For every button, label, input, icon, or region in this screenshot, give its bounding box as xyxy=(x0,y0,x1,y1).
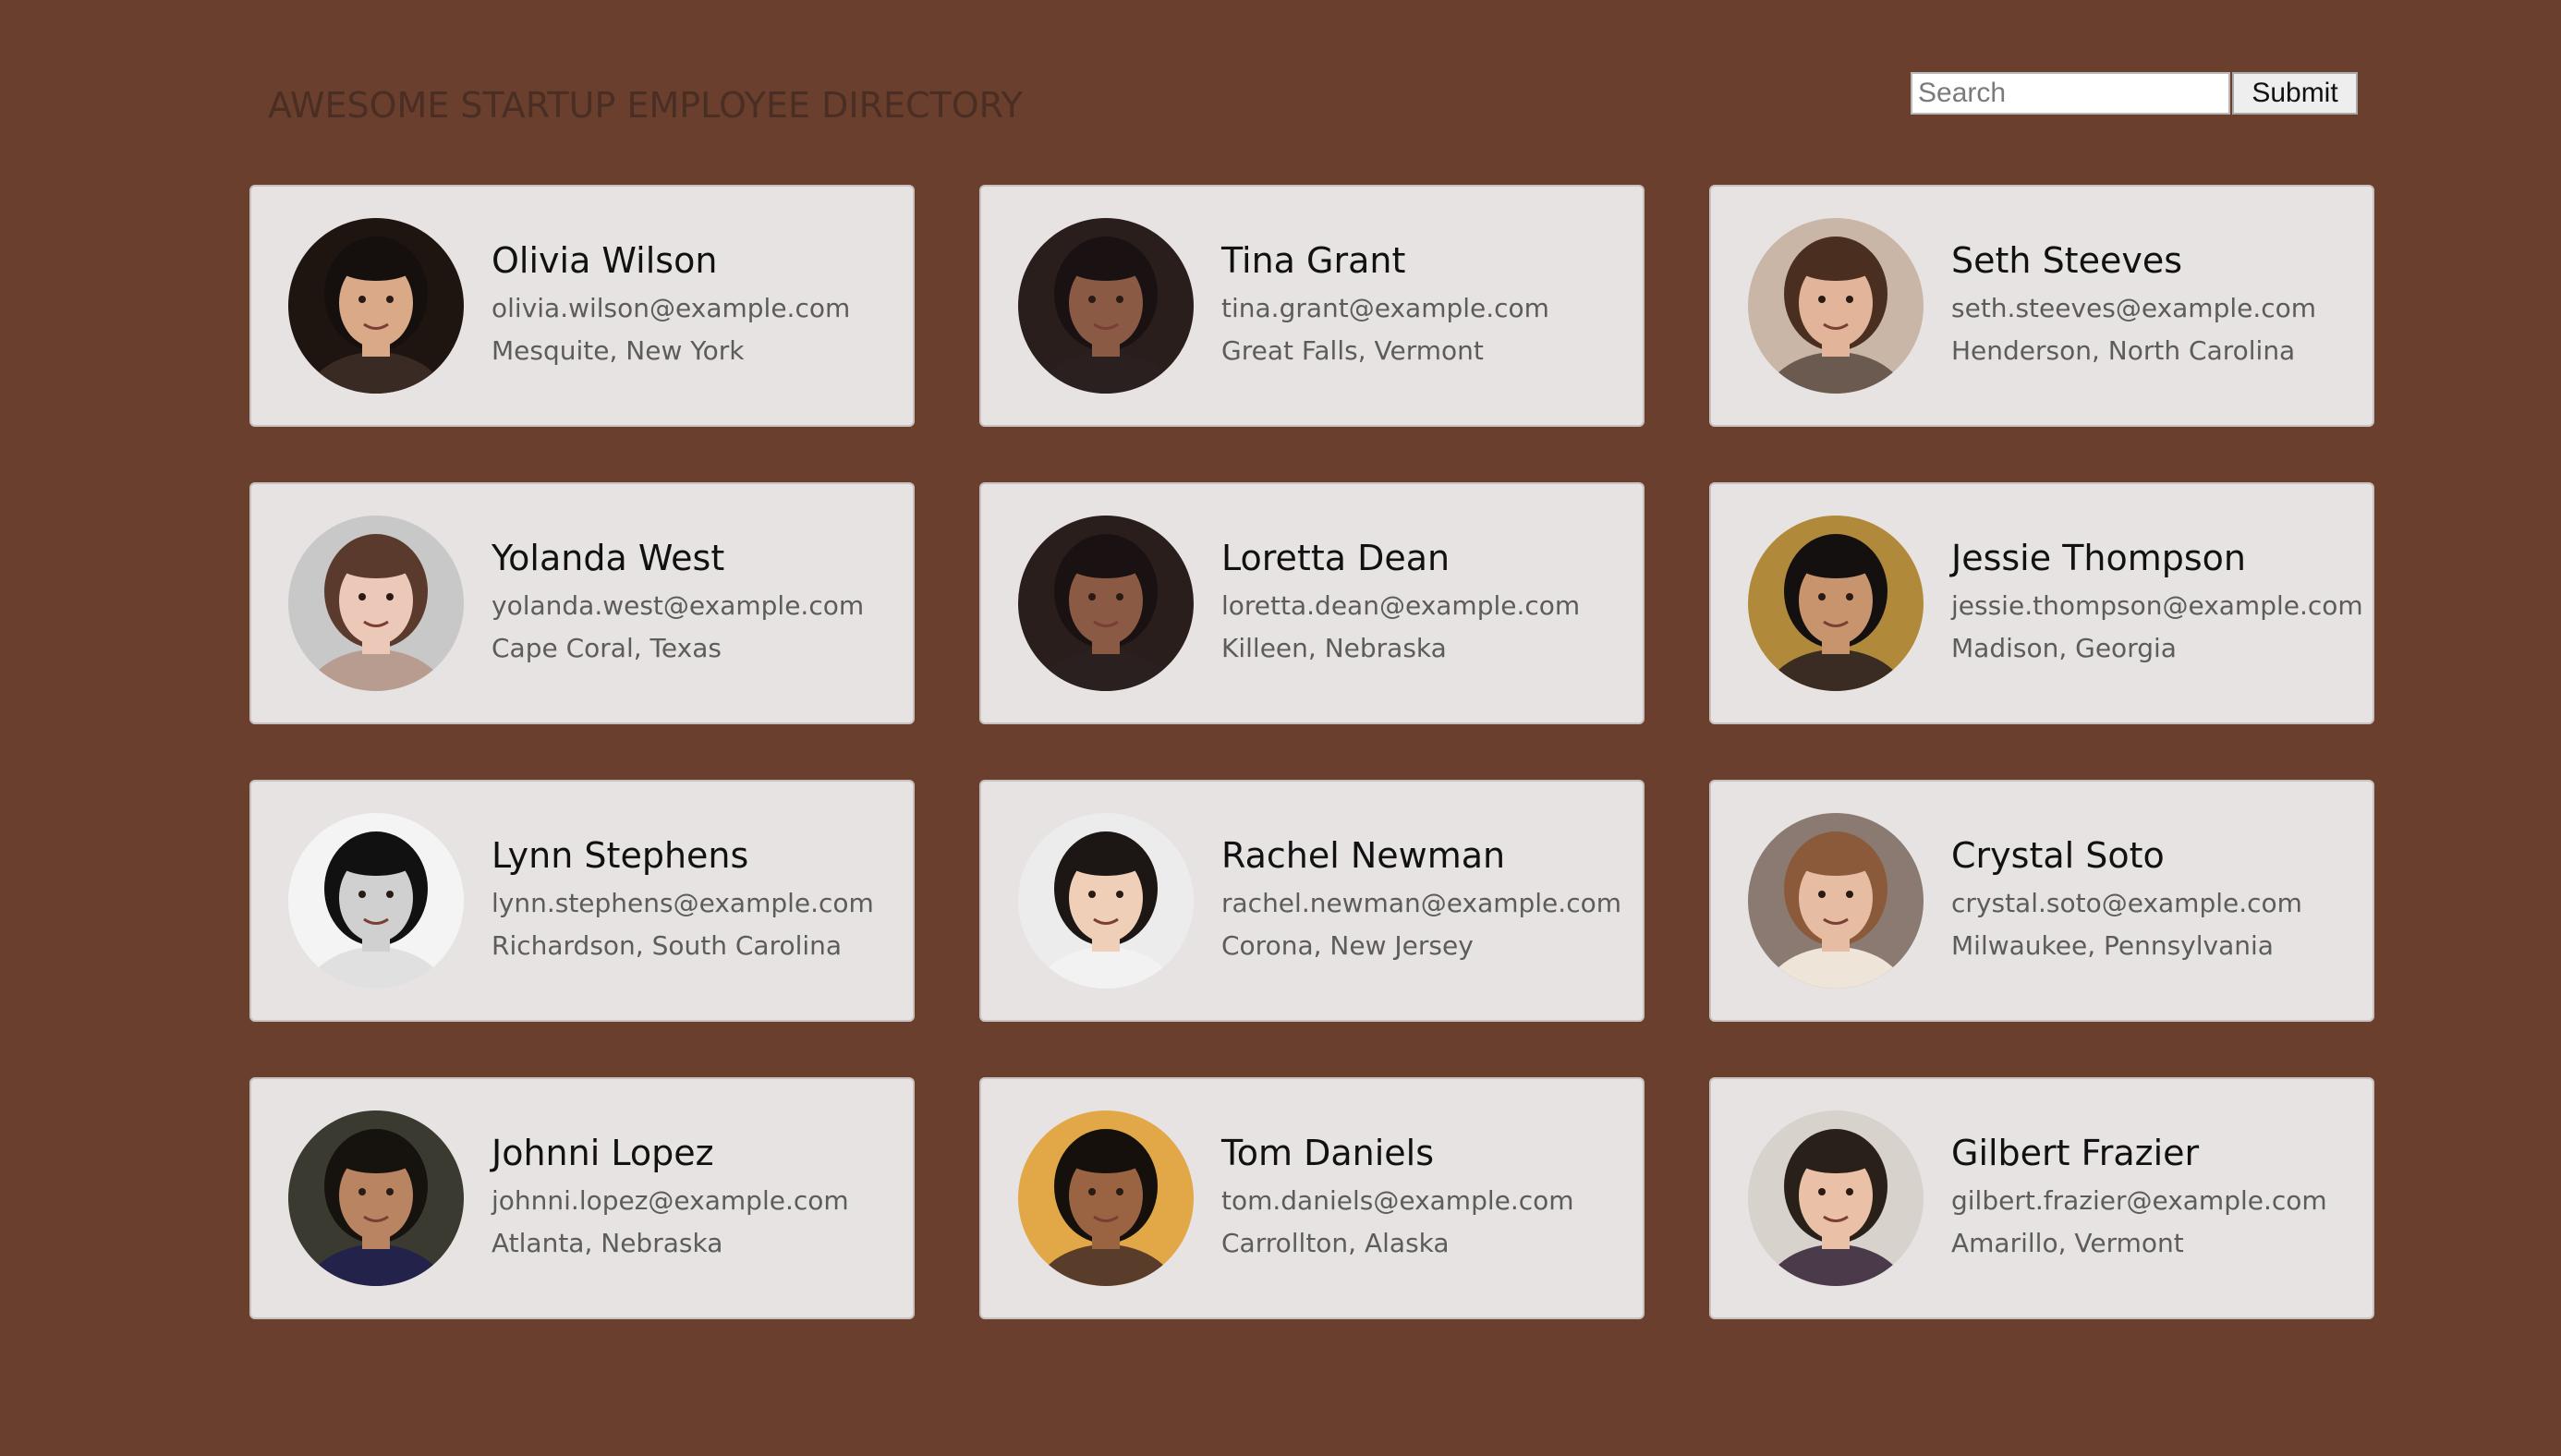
employee-location: Amarillo, Vermont xyxy=(1951,1228,2184,1258)
employee-name: Johnni Lopez xyxy=(492,1133,714,1173)
avatar-image xyxy=(1748,218,1924,394)
employee-card[interactable]: Gilbert Frazier gilbert.frazier@example.… xyxy=(1709,1077,2374,1319)
employee-avatar xyxy=(1018,516,1194,691)
employee-info: Yolanda West yolanda.west@example.com Ca… xyxy=(492,537,864,670)
avatar-image xyxy=(1018,813,1194,989)
employee-location: Richardson, South Carolina xyxy=(492,930,843,961)
employee-name: Olivia Wilson xyxy=(492,240,718,281)
employee-location: Cape Coral, Texas xyxy=(492,633,722,663)
employee-avatar xyxy=(288,1110,464,1286)
employee-avatar xyxy=(1018,813,1194,989)
employee-gallery: Olivia Wilson olivia.wilson@example.com … xyxy=(249,185,2374,1319)
employee-name: Crystal Soto xyxy=(1951,835,2165,876)
avatar-image xyxy=(288,516,464,691)
employee-info: Tom Daniels tom.daniels@example.com Carr… xyxy=(1221,1132,1574,1265)
employee-location: Carrollton, Alaska xyxy=(1221,1228,1450,1258)
employee-avatar xyxy=(288,813,464,989)
avatar-image xyxy=(1018,1110,1194,1286)
employee-name: Tom Daniels xyxy=(1221,1133,1435,1173)
employee-avatar xyxy=(1748,813,1924,989)
employee-card[interactable]: Johnni Lopez johnni.lopez@example.com At… xyxy=(249,1077,915,1319)
employee-email: jessie.thompson@example.com xyxy=(1951,590,2363,621)
employee-card[interactable]: Jessie Thompson jessie.thompson@example.… xyxy=(1709,482,2374,724)
employee-location: Atlanta, Nebraska xyxy=(492,1228,723,1258)
employee-name: Jessie Thompson xyxy=(1951,538,2247,578)
page-title: AWESOME STARTUP EMPLOYEE DIRECTORY xyxy=(268,85,1023,126)
employee-email: tom.daniels@example.com xyxy=(1221,1185,1574,1216)
employee-card[interactable]: Crystal Soto crystal.soto@example.com Mi… xyxy=(1709,780,2374,1022)
employee-info: Rachel Newman rachel.newman@example.com … xyxy=(1221,834,1621,967)
employee-avatar xyxy=(1748,218,1924,394)
employee-name: Seth Steeves xyxy=(1951,240,2183,281)
employee-location: Mesquite, New York xyxy=(492,335,745,366)
employee-card[interactable]: Tina Grant tina.grant@example.com Great … xyxy=(979,185,1645,427)
employee-email: yolanda.west@example.com xyxy=(492,590,865,621)
employee-email: crystal.soto@example.com xyxy=(1951,888,2302,918)
employee-email: tina.grant@example.com xyxy=(1221,293,1549,323)
employee-email: seth.steeves@example.com xyxy=(1951,293,2317,323)
avatar-image xyxy=(288,218,464,394)
employee-card[interactable]: Tom Daniels tom.daniels@example.com Carr… xyxy=(979,1077,1645,1319)
employee-info: Loretta Dean loretta.dean@example.com Ki… xyxy=(1221,537,1580,670)
employee-card[interactable]: Loretta Dean loretta.dean@example.com Ki… xyxy=(979,482,1645,724)
avatar-image xyxy=(1748,813,1924,989)
directory-page: AWESOME STARTUP EMPLOYEE DIRECTORY Submi… xyxy=(0,0,2561,1456)
employee-avatar xyxy=(1018,1110,1194,1286)
employee-avatar xyxy=(1018,218,1194,394)
search-input[interactable] xyxy=(1911,72,2230,115)
employee-card[interactable]: Olivia Wilson olivia.wilson@example.com … xyxy=(249,185,915,427)
employee-info: Gilbert Frazier gilbert.frazier@example.… xyxy=(1951,1132,2327,1265)
employee-name: Gilbert Frazier xyxy=(1951,1133,2200,1173)
avatar-image xyxy=(288,813,464,989)
employee-email: rachel.newman@example.com xyxy=(1221,888,1621,918)
employee-email: olivia.wilson@example.com xyxy=(492,293,851,323)
employee-avatar xyxy=(1748,1110,1924,1286)
search-form: Submit xyxy=(1911,72,2358,115)
employee-card[interactable]: Seth Steeves seth.steeves@example.com He… xyxy=(1709,185,2374,427)
employee-location: Killeen, Nebraska xyxy=(1221,633,1447,663)
employee-location: Corona, New Jersey xyxy=(1221,930,1474,961)
employee-name: Rachel Newman xyxy=(1221,835,1506,876)
employee-location: Henderson, North Carolina xyxy=(1951,335,2296,366)
employee-avatar xyxy=(288,218,464,394)
employee-card[interactable]: Lynn Stephens lynn.stephens@example.com … xyxy=(249,780,915,1022)
employee-name: Tina Grant xyxy=(1221,240,1406,281)
employee-card[interactable]: Rachel Newman rachel.newman@example.com … xyxy=(979,780,1645,1022)
employee-name: Loretta Dean xyxy=(1221,538,1450,578)
avatar-image xyxy=(1018,516,1194,691)
employee-location: Milwaukee, Pennsylvania xyxy=(1951,930,2274,961)
avatar-image xyxy=(288,1110,464,1286)
employee-name: Lynn Stephens xyxy=(492,835,749,876)
employee-location: Great Falls, Vermont xyxy=(1221,335,1484,366)
submit-button[interactable]: Submit xyxy=(2232,72,2358,115)
employee-info: Jessie Thompson jessie.thompson@example.… xyxy=(1951,537,2363,670)
employee-location: Madison, Georgia xyxy=(1951,633,2177,663)
employee-info: Olivia Wilson olivia.wilson@example.com … xyxy=(492,239,850,372)
employee-email: loretta.dean@example.com xyxy=(1221,590,1581,621)
employee-email: gilbert.frazier@example.com xyxy=(1951,1185,2327,1216)
employee-name: Yolanda West xyxy=(492,538,725,578)
employee-avatar xyxy=(1748,516,1924,691)
employee-card[interactable]: Yolanda West yolanda.west@example.com Ca… xyxy=(249,482,915,724)
avatar-image xyxy=(1748,516,1924,691)
employee-avatar xyxy=(288,516,464,691)
employee-info: Johnni Lopez johnni.lopez@example.com At… xyxy=(492,1132,849,1265)
employee-email: johnni.lopez@example.com xyxy=(492,1185,849,1216)
employee-info: Seth Steeves seth.steeves@example.com He… xyxy=(1951,239,2316,372)
employee-info: Crystal Soto crystal.soto@example.com Mi… xyxy=(1951,834,2302,967)
avatar-image xyxy=(1018,218,1194,394)
employee-info: Tina Grant tina.grant@example.com Great … xyxy=(1221,239,1549,372)
avatar-image xyxy=(1748,1110,1924,1286)
employee-email: lynn.stephens@example.com xyxy=(492,888,874,918)
employee-info: Lynn Stephens lynn.stephens@example.com … xyxy=(492,834,874,967)
